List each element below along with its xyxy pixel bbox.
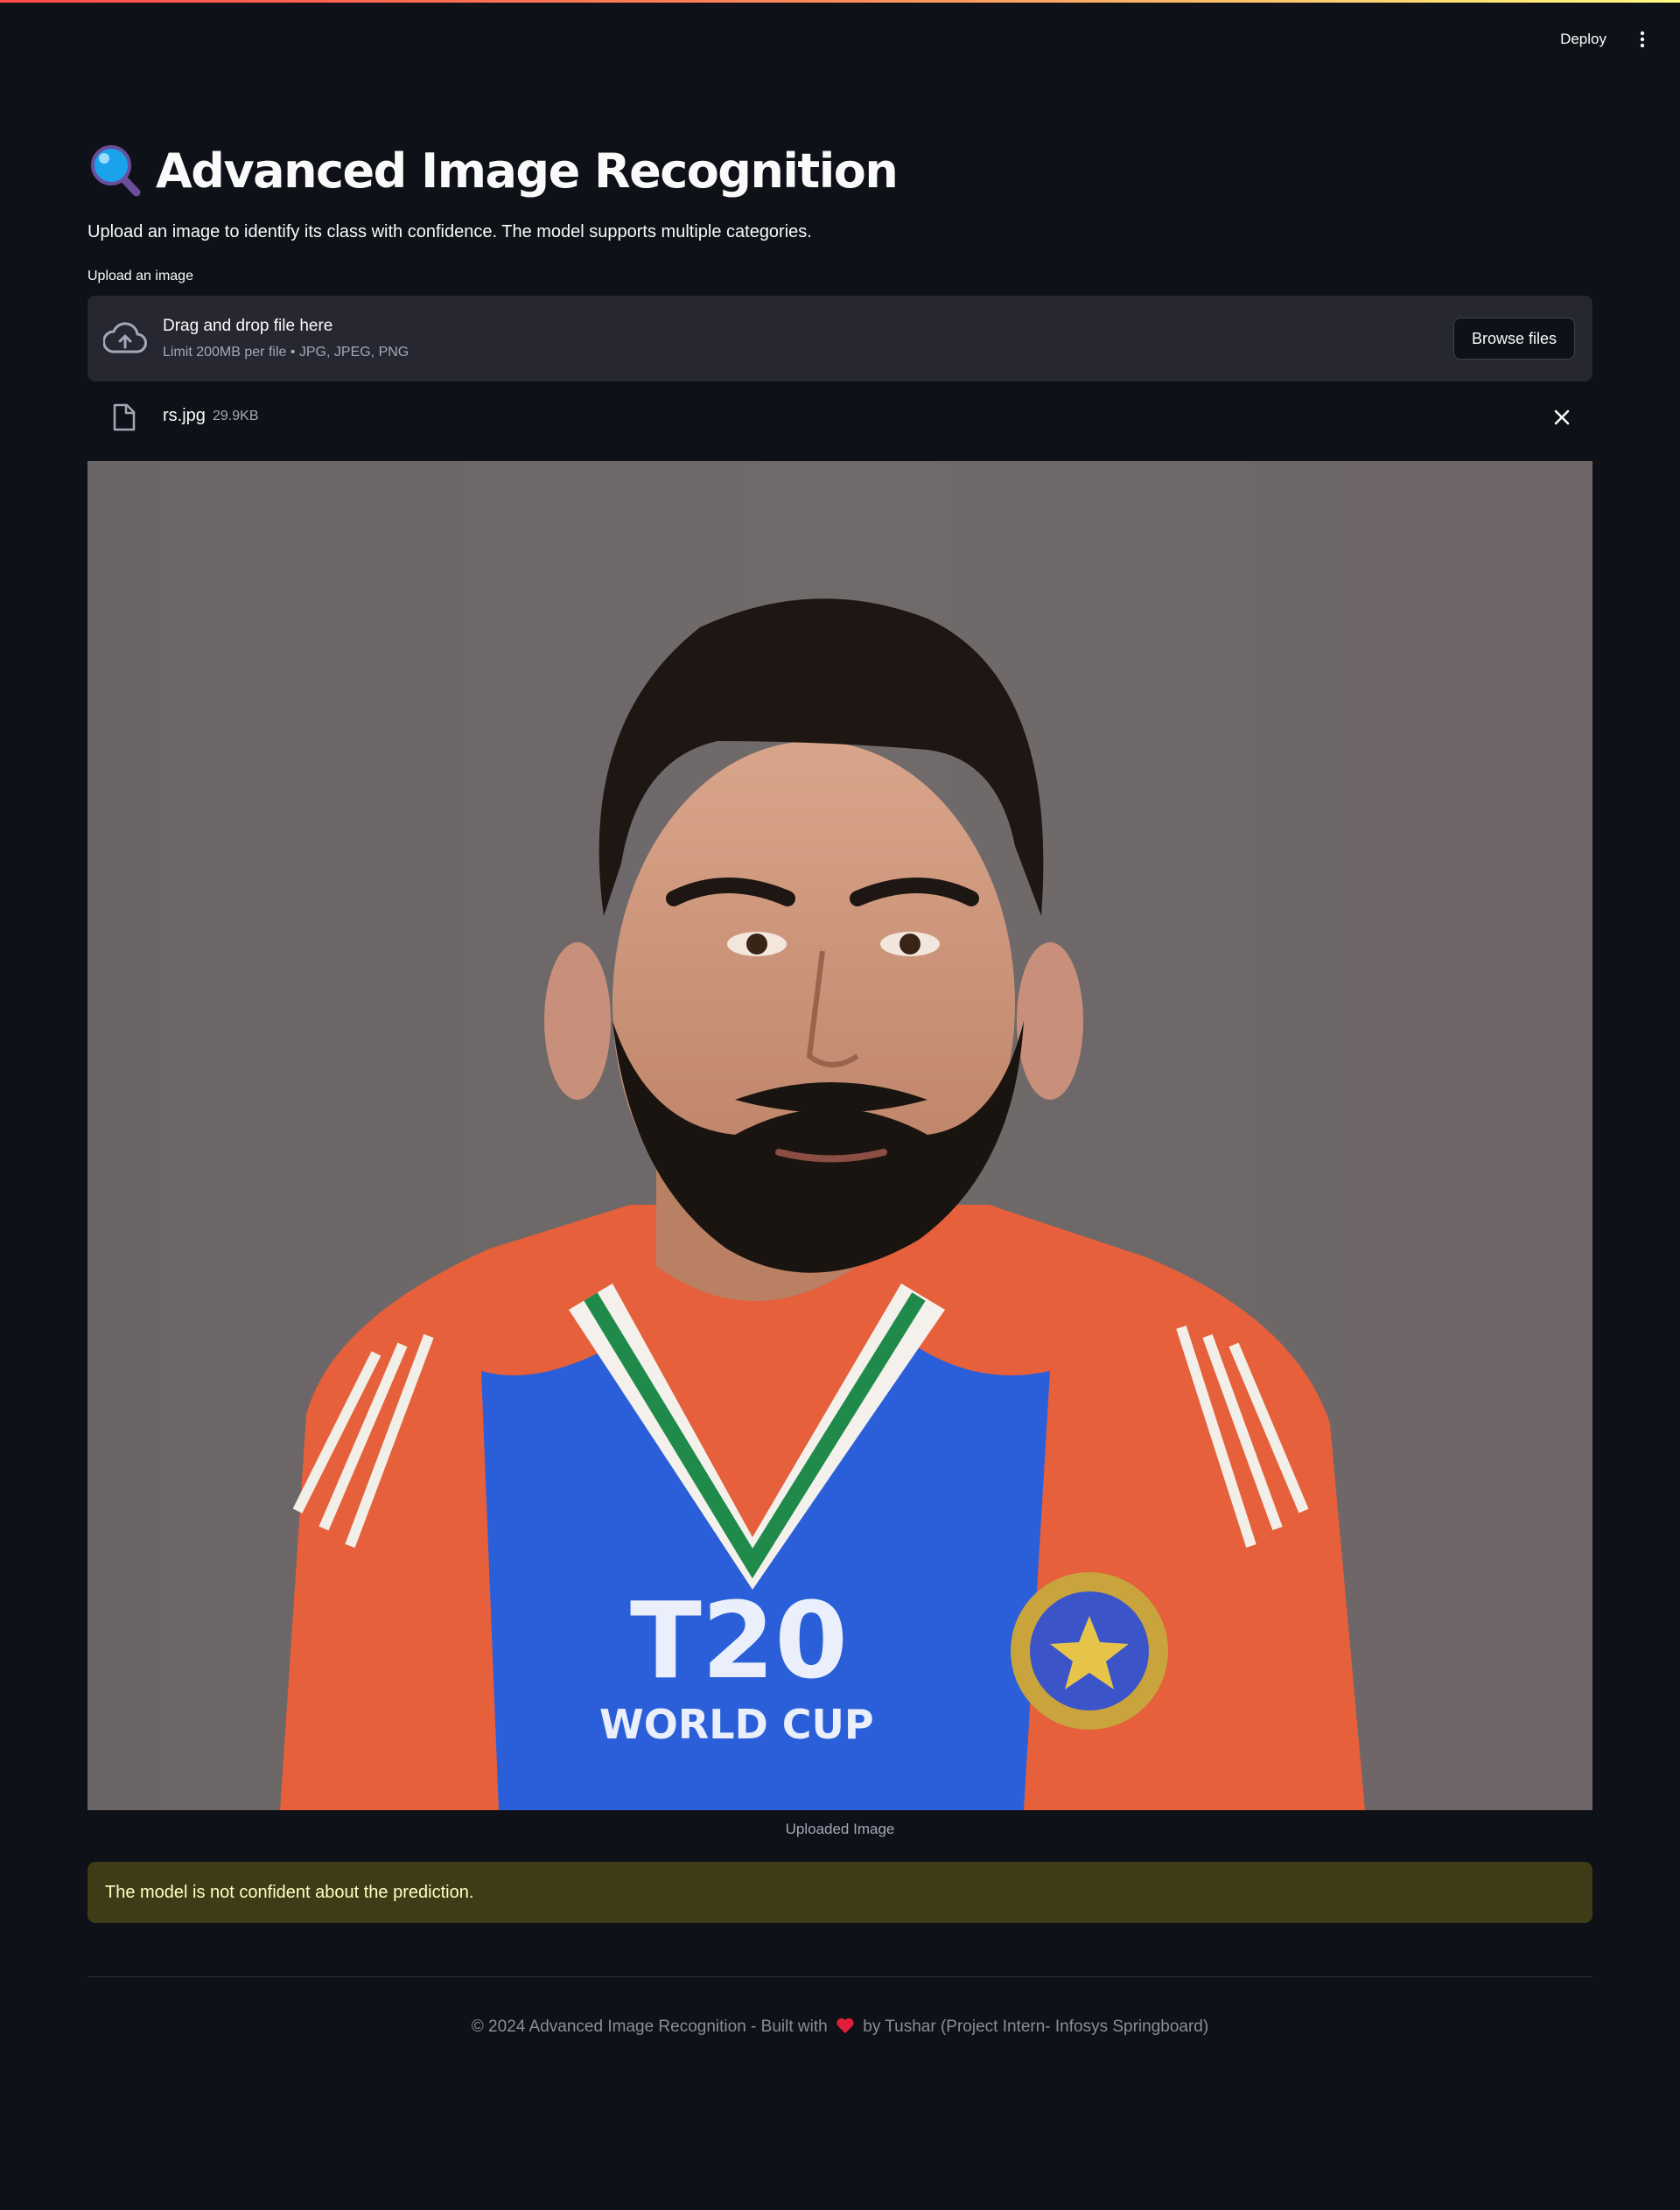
uploaded-file-row: rs.jpg 29.9KB xyxy=(88,397,1592,437)
header-decoration-bar xyxy=(0,0,1680,3)
file-size: 29.9KB xyxy=(213,409,259,423)
file-dropzone[interactable]: Drag and drop file here Limit 200MB per … xyxy=(88,296,1592,381)
footer-text-before: © 2024 Advanced Image Recognition - Buil… xyxy=(471,2018,828,2036)
page-subtitle: Upload an image to identify its class wi… xyxy=(88,222,812,241)
deploy-button[interactable]: Deploy xyxy=(1557,25,1610,53)
page-title: Advanced Image Recognition xyxy=(156,143,899,199)
dropzone-title: Drag and drop file here xyxy=(163,317,333,335)
browse-files-button[interactable]: Browse files xyxy=(1452,318,1575,360)
svg-text:WORLD CUP: WORLD CUP xyxy=(599,1701,874,1748)
magnifying-glass-icon xyxy=(91,145,141,197)
kebab-menu-icon[interactable] xyxy=(1629,26,1656,52)
image-caption: Uploaded Image xyxy=(785,1821,895,1837)
footer-divider xyxy=(88,1976,1592,1977)
warning-alert: The model is not confident about the pre… xyxy=(88,1862,1592,1923)
file-icon xyxy=(113,403,136,431)
footer: © 2024 Advanced Image Recognition - Buil… xyxy=(88,2017,1592,2037)
warning-message: The model is not confident about the pre… xyxy=(105,1882,474,1902)
dropzone-limit: Limit 200MB per file • JPG, JPEG, PNG xyxy=(163,345,410,360)
cloud-upload-icon xyxy=(103,322,147,353)
uploader-label: Upload an image xyxy=(88,269,193,283)
file-name: rs.jpg xyxy=(163,406,206,425)
svg-text:T20: T20 xyxy=(630,1581,848,1703)
uploaded-image: T20 WORLD CUP xyxy=(88,461,1592,1810)
heart-icon xyxy=(836,2018,854,2033)
footer-text-after: by Tushar (Project Intern- Infosys Sprin… xyxy=(863,2018,1209,2036)
top-toolbar: Deploy xyxy=(1557,21,1656,58)
title-row: Advanced Image Recognition xyxy=(88,143,899,199)
close-icon[interactable] xyxy=(1552,408,1572,427)
